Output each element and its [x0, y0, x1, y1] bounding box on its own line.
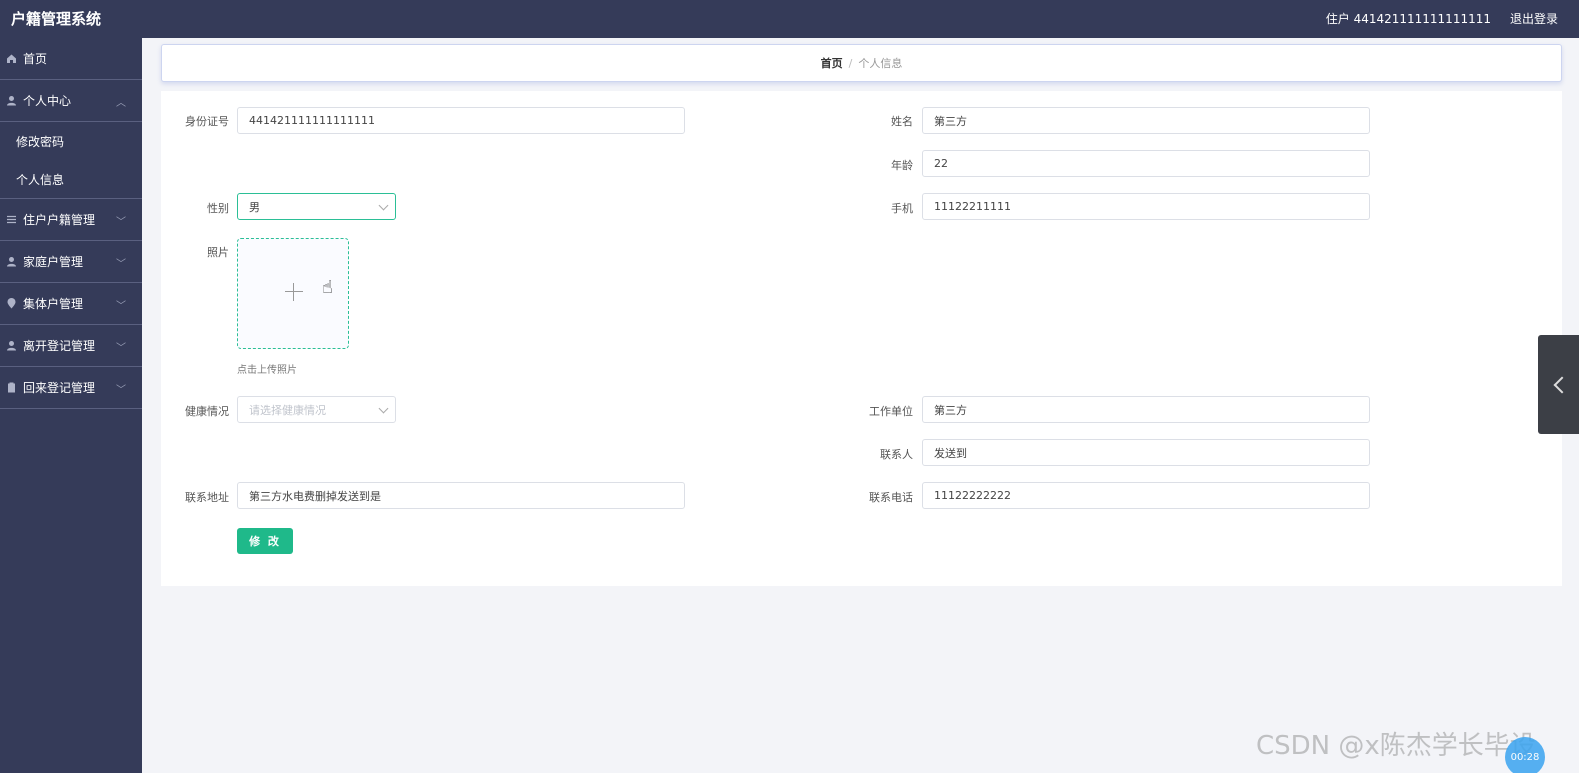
sidebar-item-label: 住户户籍管理	[23, 213, 96, 227]
top-header: 户籍管理系统 住户 441421111111111111 退出登录	[0, 0, 1579, 38]
chevron-left-icon	[1553, 376, 1570, 393]
chevron-down-icon: ﹀	[116, 301, 126, 312]
work-unit-field[interactable]: 第三方	[922, 396, 1370, 423]
sidebar-item-label: 回来登记管理	[23, 381, 96, 395]
submenu-personal-center: 修改密码 个人信息	[0, 122, 142, 199]
sidebar-item-personal-center[interactable]: 个人中心 ︿	[0, 80, 142, 122]
breadcrumb: 首页 / 个人信息	[161, 44, 1562, 82]
plus-icon	[285, 283, 303, 301]
id-card-field[interactable]: 441421111111111111	[237, 107, 685, 134]
breadcrumb-current: 个人信息	[858, 57, 903, 70]
contact-phone-label: 联系电话	[869, 491, 913, 504]
id-card-label: 身份证号	[185, 115, 229, 128]
sidebar: 首页 个人中心 ︿ 修改密码 个人信息 住户户籍管理 ﹀ 家庭户管理 ﹀ 集体户…	[0, 38, 142, 773]
current-user-label: 住户 441421111111111111	[1325, 12, 1491, 26]
pointer-hand-icon: ☝	[322, 277, 333, 298]
contact-person-label: 联系人	[880, 448, 913, 461]
breadcrumb-separator: /	[848, 56, 853, 70]
sidebar-subitem-change-password[interactable]: 修改密码	[0, 122, 142, 160]
gender-label: 性别	[207, 202, 229, 215]
sidebar-item-leave-registration[interactable]: 离开登记管理 ﹀	[0, 325, 142, 367]
health-select[interactable]: 请选择健康情况	[237, 396, 396, 423]
photo-upload-tip: 点击上传照片	[237, 365, 297, 376]
sidebar-item-label: 集体户管理	[23, 297, 84, 311]
phone-field[interactable]: 11122211111	[922, 193, 1370, 220]
chevron-down-icon: ﹀	[116, 343, 126, 354]
user-icon	[6, 340, 17, 351]
clipboard-icon	[6, 382, 17, 393]
modify-button[interactable]: 修 改	[237, 528, 293, 554]
work-unit-label: 工作单位	[869, 405, 913, 418]
home-icon	[6, 53, 17, 64]
age-field[interactable]: 22	[922, 150, 1370, 177]
main-content: 首页 / 个人信息 身份证号 441421111111111111 性别 男 照…	[142, 38, 1579, 773]
location-icon	[6, 298, 17, 309]
sidebar-item-label: 首页	[23, 52, 48, 66]
address-field[interactable]: 第三方水电费删掉发送到是	[237, 482, 685, 509]
sidebar-item-return-registration[interactable]: 回来登记管理 ﹀	[0, 367, 142, 409]
photo-label: 照片	[207, 246, 229, 259]
name-field[interactable]: 第三方	[922, 107, 1370, 134]
personal-info-form: 身份证号 441421111111111111 性别 男 照片 ☝ 点击上传照片…	[161, 91, 1562, 586]
sidebar-item-resident-registry[interactable]: 住户户籍管理 ﹀	[0, 199, 142, 241]
sidebar-item-family-household[interactable]: 家庭户管理 ﹀	[0, 241, 142, 283]
app-title: 户籍管理系统	[11, 10, 102, 28]
photo-upload[interactable]: ☝	[237, 238, 349, 349]
sidebar-subitem-personal-info[interactable]: 个人信息	[0, 160, 142, 198]
chevron-down-icon: ﹀	[116, 385, 126, 396]
sidebar-item-label: 离开登记管理	[23, 339, 96, 353]
gender-select[interactable]: 男	[237, 193, 396, 220]
watermark: CSDN @x陈杰学长毕设	[1256, 731, 1536, 761]
sliders-icon	[6, 214, 17, 225]
time-badge: 00:28	[1505, 737, 1545, 773]
age-label: 年龄	[891, 159, 913, 172]
sidebar-item-label: 家庭户管理	[23, 255, 84, 269]
sidebar-item-home[interactable]: 首页	[0, 38, 142, 80]
address-label: 联系地址	[185, 491, 229, 504]
chevron-down-icon	[378, 200, 389, 211]
name-label: 姓名	[891, 115, 913, 128]
side-panel-toggle[interactable]	[1538, 335, 1579, 434]
health-label: 健康情况	[185, 405, 229, 418]
phone-label: 手机	[891, 202, 913, 215]
chevron-down-icon: ﹀	[116, 259, 126, 270]
user-icon	[6, 256, 17, 267]
sidebar-item-label: 个人中心	[23, 94, 72, 108]
contact-phone-field[interactable]: 11122222222	[922, 482, 1370, 509]
breadcrumb-home[interactable]: 首页	[821, 55, 843, 71]
chevron-down-icon: ﹀	[116, 217, 126, 228]
chevron-down-icon	[378, 403, 389, 414]
contact-person-field[interactable]: 发送到	[922, 439, 1370, 466]
chevron-up-icon: ︿	[116, 98, 126, 109]
user-icon	[6, 95, 17, 106]
logout-link[interactable]: 退出登录	[1510, 10, 1558, 27]
sidebar-item-collective-household[interactable]: 集体户管理 ﹀	[0, 283, 142, 325]
